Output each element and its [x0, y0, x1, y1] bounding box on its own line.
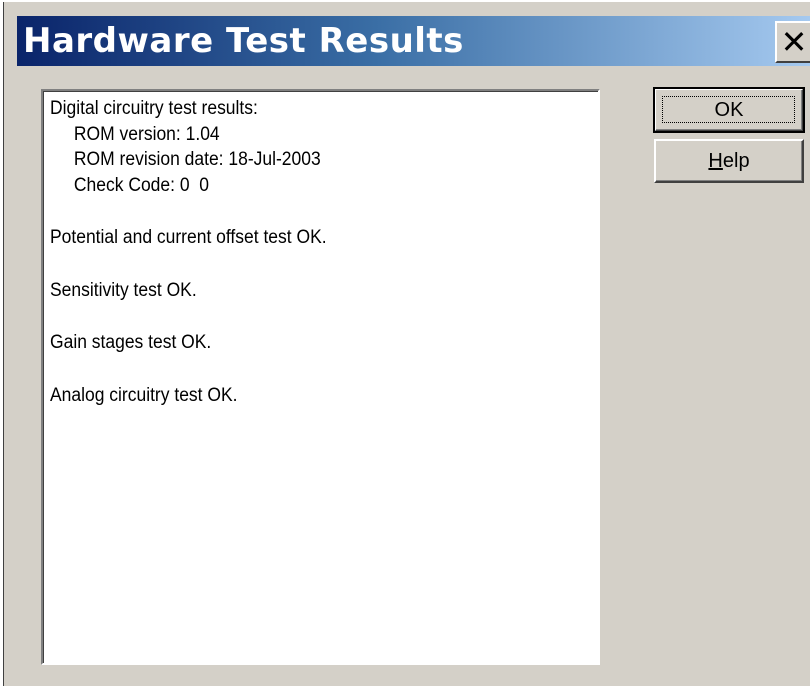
ok-button[interactable]: OK	[653, 87, 805, 133]
result-line: Potential and current offset test OK.	[50, 227, 327, 248]
results-text: Digital circuitry test results: ROM versi…	[50, 96, 598, 408]
result-line: Gain stages test OK.	[50, 332, 212, 353]
result-line: Analog circuitry test OK.	[50, 384, 238, 406]
result-line: Digital circuitry test results:	[50, 98, 258, 119]
help-mnemonic: H	[708, 149, 723, 172]
help-label-rest: elp	[722, 149, 750, 172]
help-button[interactable]: Help	[654, 139, 804, 183]
hardware-test-results-dialog: Hardware Test Results ✕ Digital circuitr…	[0, 0, 810, 686]
result-line: Sensitivity test OK.	[50, 279, 197, 301]
result-line: Check Code: 0 0	[73, 174, 209, 196]
title-bar[interactable]: Hardware Test Results ✕	[17, 16, 810, 66]
results-text-box[interactable]: Digital circuitry test results: ROM versi…	[41, 89, 600, 665]
window-title: Hardware Test Results	[23, 21, 464, 61]
close-button[interactable]: ✕	[775, 21, 810, 63]
help-button-label: Help	[708, 150, 749, 173]
result-line: ROM revision date: 18-Jul-2003	[73, 149, 321, 170]
ok-button-label: OK	[714, 98, 744, 121]
close-icon: ✕	[780, 23, 808, 61]
result-line: ROM version: 1.04	[73, 123, 220, 145]
